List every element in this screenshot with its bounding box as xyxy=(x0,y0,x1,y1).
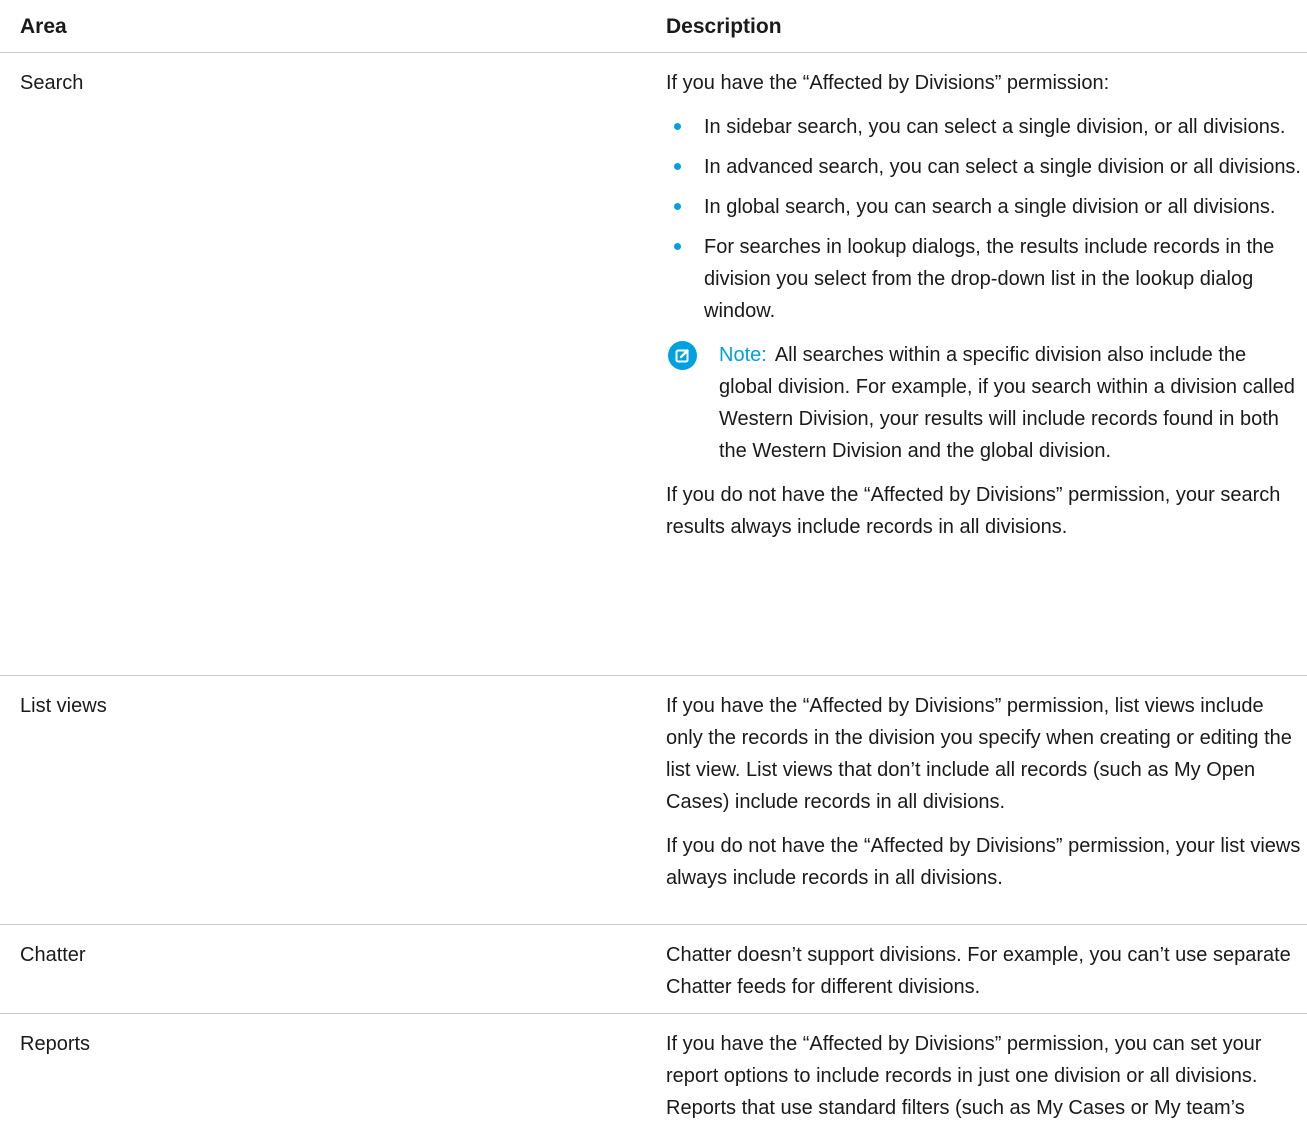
description-cell-list-views: If you have the “Affected by Divisions” … xyxy=(666,676,1302,894)
area-cell-search: Search xyxy=(20,72,84,94)
list-item: In global search, you can search a singl… xyxy=(666,191,1302,223)
table-row-search: Search If you have the “Affected by Divi… xyxy=(0,53,1307,676)
list-item: In advanced search, you can select a sin… xyxy=(666,151,1302,183)
list-views-paragraph: If you do not have the “Affected by Divi… xyxy=(666,835,1301,889)
description-cell-reports: If you have the “Affected by Divisions” … xyxy=(666,1014,1302,1124)
divisions-table: Area Description Search If you have the … xyxy=(0,0,1307,1129)
note-text: All searches within a specific division … xyxy=(719,344,1295,462)
search-bullet-list: In sidebar search, you can select a sing… xyxy=(666,111,1302,327)
list-item: In sidebar search, you can select a sing… xyxy=(666,111,1302,143)
note-edit-icon xyxy=(668,341,697,370)
reports-paragraph: If you have the “Affected by Divisions” … xyxy=(666,1033,1262,1119)
list-views-paragraph: If you have the “Affected by Divisions” … xyxy=(666,695,1292,813)
area-cell-chatter: Chatter xyxy=(20,944,86,966)
table-header: Area Description xyxy=(0,0,1307,53)
bullet-dot-icon xyxy=(674,163,681,170)
list-item: For searches in lookup dialogs, the resu… xyxy=(666,231,1302,327)
area-cell-reports: Reports xyxy=(20,1033,91,1055)
table-row-list-views: List views If you have the “Affected by … xyxy=(0,676,1307,925)
bullet-text: For searches in lookup dialogs, the resu… xyxy=(704,236,1275,322)
description-cell-search: If you have the “Affected by Divisions” … xyxy=(666,53,1302,543)
area-cell-list-views: List views xyxy=(20,695,107,717)
bullet-text: In sidebar search, you can select a sing… xyxy=(704,116,1286,138)
table-row-reports: Reports If you have the “Affected by Div… xyxy=(0,1014,1307,1129)
bullet-dot-icon xyxy=(674,203,681,210)
bullet-dot-icon xyxy=(674,243,681,250)
bullet-dot-icon xyxy=(674,123,681,130)
note-callout: Note: All searches within a specific divi… xyxy=(666,339,1302,467)
search-outro: If you do not have the “Affected by Divi… xyxy=(666,484,1281,538)
bullet-text: In global search, you can search a singl… xyxy=(704,196,1276,218)
chatter-paragraph: Chatter doesn’t support divisions. For e… xyxy=(666,944,1291,998)
search-intro: If you have the “Affected by Divisions” … xyxy=(666,72,1110,94)
bullet-text: In advanced search, you can select a sin… xyxy=(704,156,1301,178)
description-cell-chatter: Chatter doesn’t support divisions. For e… xyxy=(666,925,1302,1003)
note-label: Note: xyxy=(719,344,767,366)
table-row-chatter: Chatter Chatter doesn’t support division… xyxy=(0,925,1307,1014)
header-area: Area xyxy=(20,15,67,38)
header-description: Description xyxy=(666,15,782,38)
